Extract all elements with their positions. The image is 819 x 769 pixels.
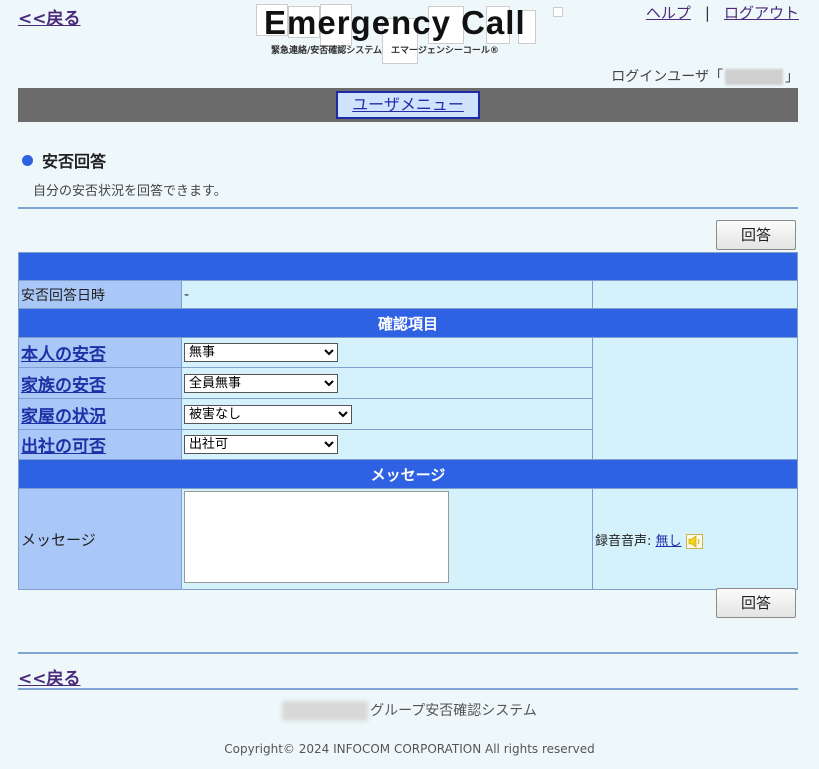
work-availability-select[interactable]: 出社可 bbox=[184, 435, 338, 454]
footer-system-name: グループ安否確認システム bbox=[0, 700, 819, 721]
page-title: 安否回答 bbox=[22, 148, 106, 172]
recording-label: 録音音声: bbox=[595, 533, 652, 549]
page-description: 自分の安否状況を回答できます。 bbox=[33, 184, 227, 199]
answer-button-top[interactable]: 回答 bbox=[716, 220, 796, 250]
family-safety-select[interactable]: 全員無事 bbox=[184, 373, 338, 393]
logout-link[interactable]: ログアウト bbox=[724, 4, 799, 22]
recording-link[interactable]: 無し bbox=[656, 534, 682, 549]
work-availability-link[interactable]: 出社の可否 bbox=[21, 437, 106, 457]
user-menu-label: ユーザメニュー bbox=[352, 95, 464, 114]
logo-subtitle: 緊急連絡/安否確認システム エマージェンシーコール® bbox=[271, 46, 499, 56]
logo-title: Emergency Call bbox=[264, 4, 526, 41]
bullet-dot-icon bbox=[22, 155, 33, 166]
message-textarea[interactable] bbox=[184, 491, 449, 583]
divider bbox=[18, 688, 798, 690]
form-header-blank bbox=[18, 252, 798, 281]
group-name-redacted bbox=[282, 701, 369, 721]
help-link[interactable]: ヘルプ bbox=[646, 4, 691, 22]
family-safety-link[interactable]: 家族の安否 bbox=[21, 376, 106, 396]
user-menu-button[interactable]: ユーザメニュー bbox=[336, 91, 480, 119]
side-cell-items bbox=[592, 337, 798, 460]
divider bbox=[18, 207, 798, 209]
speaker-icon[interactable] bbox=[685, 533, 703, 549]
self-safety-select[interactable]: 無事 bbox=[184, 343, 338, 362]
page-title-text: 安否回答 bbox=[42, 152, 107, 171]
safety-answer-form: 安否回答日時 - 確認項目 本人の安否 無事 家族の安否 全員無事 家屋の状況 … bbox=[18, 252, 798, 590]
house-status-link[interactable]: 家屋の状況 bbox=[21, 407, 106, 427]
app-logo: Emergency Call 緊急連絡/安否確認システム エマージェンシーコール… bbox=[256, 4, 566, 64]
answer-button-bottom[interactable]: 回答 bbox=[716, 588, 796, 618]
back-link-top[interactable]: <<戻る bbox=[18, 4, 81, 29]
top-links: ヘルプ | ログアウト bbox=[646, 2, 799, 23]
login-user-prefix: ログインユーザ「 bbox=[611, 69, 723, 85]
menu-bar: ユーザメニュー bbox=[18, 88, 798, 122]
answer-datetime-value: - bbox=[181, 280, 593, 309]
back-link-bottom[interactable]: <<戻る bbox=[18, 664, 81, 689]
message-label: メッセージ bbox=[18, 488, 182, 590]
link-separator: | bbox=[704, 4, 710, 22]
login-user-name-redacted bbox=[725, 69, 783, 85]
login-user-suffix: 」 bbox=[785, 69, 799, 85]
answer-datetime-label: 安否回答日時 bbox=[18, 280, 182, 309]
side-cell bbox=[592, 280, 798, 309]
house-status-select[interactable]: 被害なし bbox=[184, 404, 352, 424]
divider bbox=[18, 652, 798, 654]
message-header: メッセージ bbox=[18, 459, 798, 489]
copyright: Copyright© 2024 INFOCOM CORPORATION All … bbox=[224, 742, 595, 756]
self-safety-link[interactable]: 本人の安否 bbox=[21, 345, 106, 365]
footer-system-text: グループ安否確認システム bbox=[370, 703, 537, 719]
login-user: ログインユーザ「 」 bbox=[611, 66, 799, 86]
confirm-items-header: 確認項目 bbox=[18, 308, 798, 338]
